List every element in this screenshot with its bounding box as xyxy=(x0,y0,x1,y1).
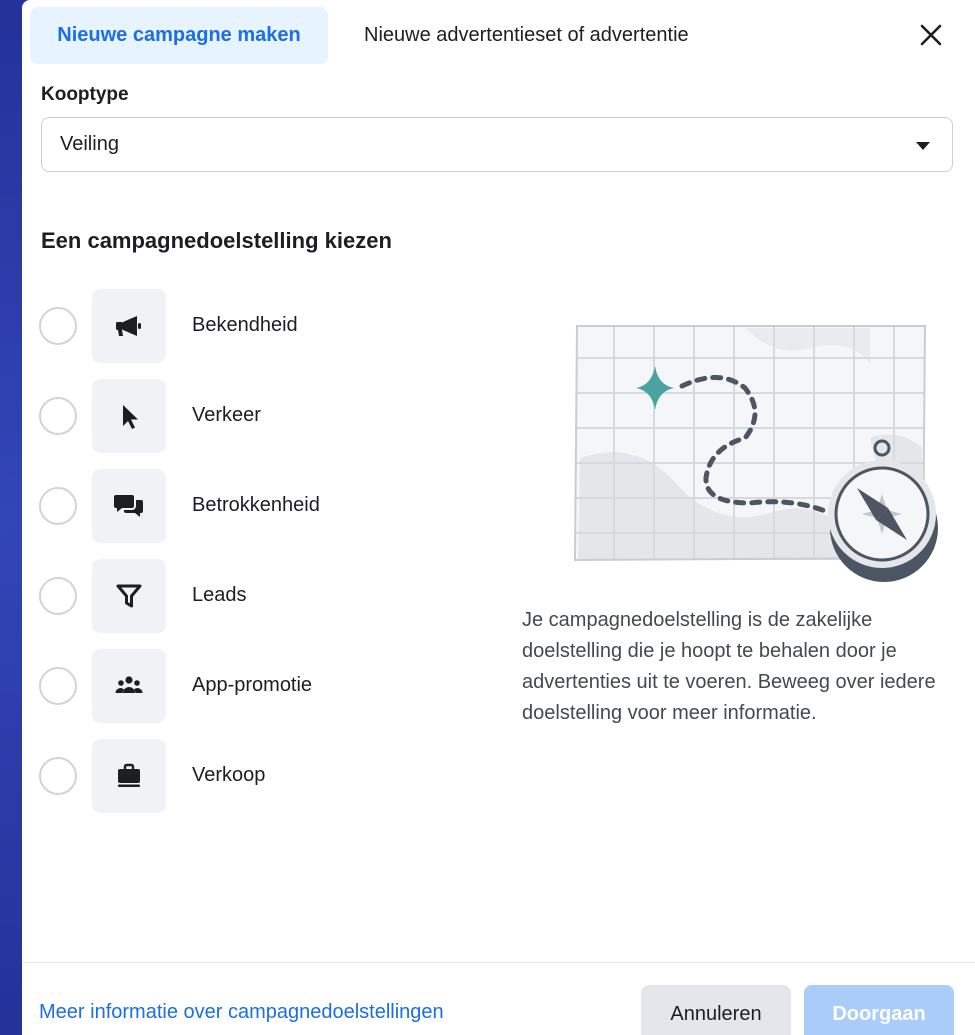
radio-button[interactable] xyxy=(39,667,77,705)
caret-down-icon xyxy=(916,142,930,150)
tab-new-campaign[interactable]: Nieuwe campagne maken xyxy=(30,7,328,64)
objective-option-engagement[interactable]: Betrokkenheid xyxy=(39,469,459,543)
objective-option-leads[interactable]: Leads xyxy=(39,559,459,633)
funnel-icon xyxy=(92,559,166,633)
megaphone-icon xyxy=(92,289,166,363)
briefcase-icon xyxy=(92,739,166,813)
objective-option-traffic[interactable]: Verkeer xyxy=(39,379,459,453)
map-compass-illustration xyxy=(570,318,950,588)
radio-button[interactable] xyxy=(39,757,77,795)
buying-type-value: Veiling xyxy=(60,133,119,155)
objective-label: Leads xyxy=(192,584,247,606)
buying-type-label: Kooptype xyxy=(41,84,129,105)
tab-new-adset-or-ad[interactable]: Nieuwe advertentieset of advertentie xyxy=(364,7,689,64)
objective-section-title: Een campagnedoelstelling kiezen xyxy=(41,228,392,253)
create-campaign-dialog: Nieuwe campagne maken Nieuwe advertentie… xyxy=(22,0,975,1035)
objective-option-app-promotion[interactable]: App-promotie xyxy=(39,649,459,723)
chat-bubbles-icon xyxy=(92,469,166,543)
cursor-icon xyxy=(92,379,166,453)
continue-button[interactable]: Doorgaan xyxy=(804,985,954,1035)
buying-type-select[interactable]: Veiling xyxy=(41,117,953,172)
objective-label: Betrokkenheid xyxy=(192,494,320,516)
radio-button[interactable] xyxy=(39,577,77,615)
objective-option-awareness[interactable]: Bekendheid xyxy=(39,289,459,363)
objective-option-sales[interactable]: Verkoop xyxy=(39,739,459,813)
objective-label: App-promotie xyxy=(192,674,313,696)
dialog-tabs: Nieuwe campagne maken Nieuwe advertentie… xyxy=(22,0,975,72)
objective-label: Verkeer xyxy=(192,404,261,426)
close-icon[interactable] xyxy=(916,20,946,50)
radio-button[interactable] xyxy=(39,307,77,345)
cancel-button[interactable]: Annuleren xyxy=(641,985,791,1035)
objective-description: Je campagnedoelstelling is de zakelijke … xyxy=(522,609,936,724)
learn-more-link[interactable]: Meer informatie over campagnedoelstellin… xyxy=(39,1001,444,1024)
people-icon xyxy=(92,649,166,723)
objective-label: Verkoop xyxy=(192,764,266,786)
dialog-footer: Meer informatie over campagnedoelstellin… xyxy=(22,962,975,1035)
objective-label: Bekendheid xyxy=(192,314,298,336)
radio-button[interactable] xyxy=(39,487,77,525)
radio-button[interactable] xyxy=(39,397,77,435)
